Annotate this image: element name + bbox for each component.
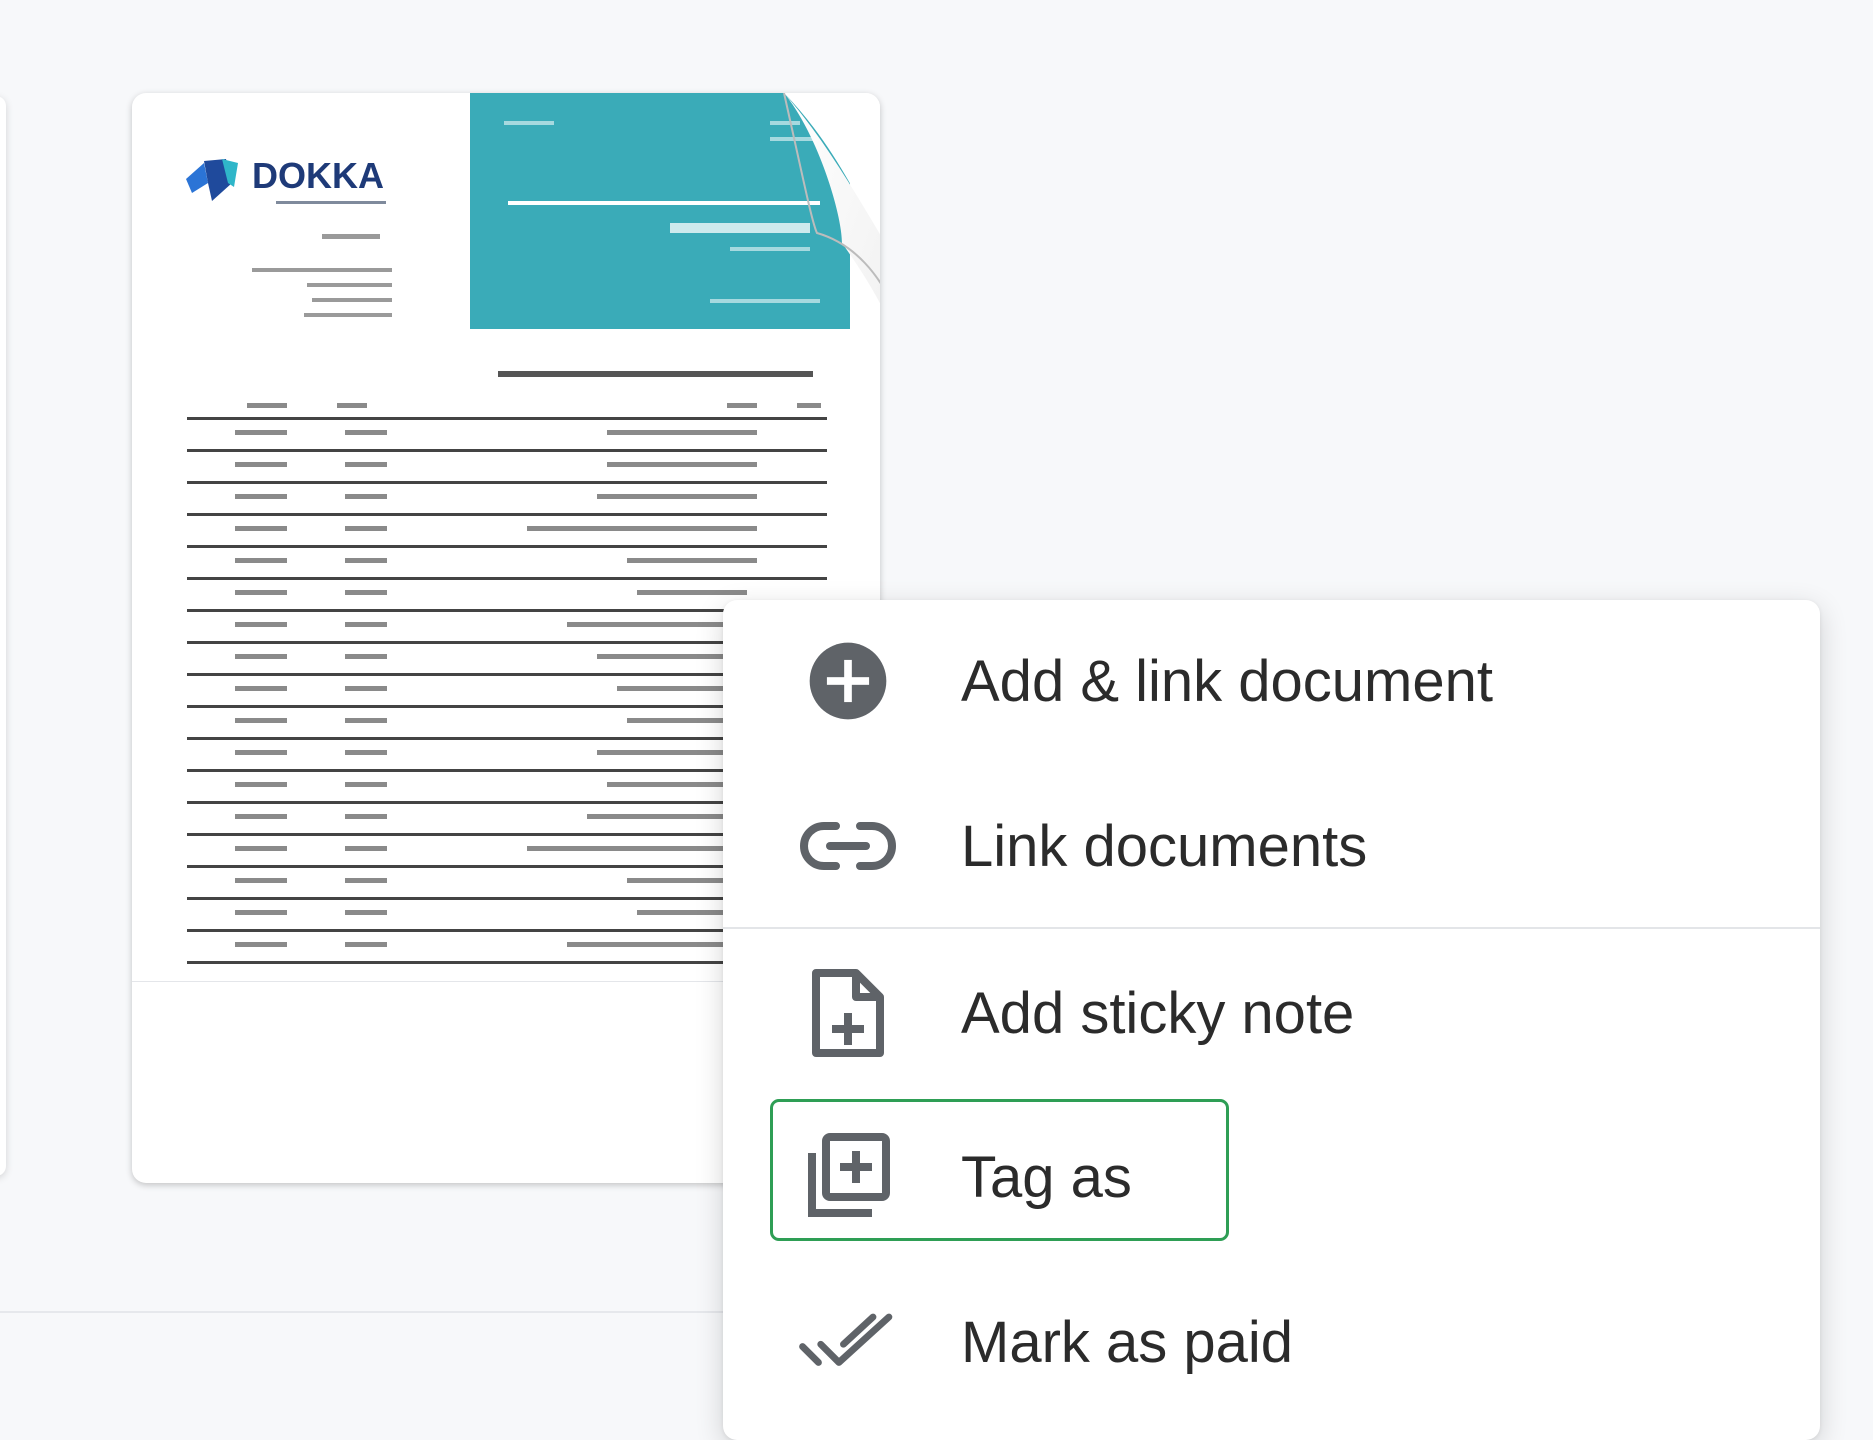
library-add-icon	[798, 1127, 898, 1227]
menu-item-mark-as-paid[interactable]: Mark as paid	[723, 1272, 1820, 1412]
previous-document-card[interactable]	[0, 96, 6, 1176]
menu-item-label: Add & link document	[961, 648, 1493, 714]
menu-item-label: Tag as	[961, 1144, 1132, 1210]
section-divider	[0, 1311, 760, 1313]
note-add-icon	[798, 963, 898, 1063]
menu-item-tag-as[interactable]: Tag as	[723, 1107, 1820, 1247]
menu-item-label: Mark as paid	[961, 1309, 1294, 1375]
menu-divider	[723, 927, 1820, 929]
link-icon	[798, 796, 898, 896]
menu-item-link-documents[interactable]: Link documents	[723, 776, 1820, 916]
logo-text: DOKKA	[252, 155, 384, 196]
menu-item-add-sticky-note[interactable]: Add sticky note	[723, 943, 1820, 1083]
menu-item-add-link-document[interactable]: Add & link document	[723, 611, 1820, 751]
done-all-icon	[798, 1292, 898, 1392]
page-curl	[783, 93, 880, 304]
context-menu: Add & link document Link documents Add s…	[723, 600, 1820, 1440]
dokka-logo: DOKKA	[182, 153, 412, 209]
add-circle-icon	[798, 631, 898, 731]
menu-item-label: Add sticky note	[961, 980, 1355, 1046]
dokka-logo-mark	[186, 159, 238, 201]
menu-item-label: Link documents	[961, 813, 1368, 879]
